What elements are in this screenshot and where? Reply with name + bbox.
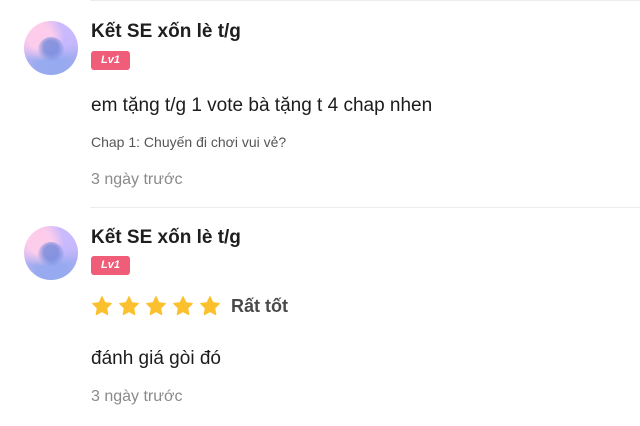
avatar-cloud-graphic [38, 37, 64, 63]
comment-item: Kết SE xốn lè t/g Lv1 Rất tốt đánh giá g… [0, 208, 640, 426]
level-badge: Lv1 [91, 51, 130, 70]
username[interactable]: Kết SE xốn lè t/g [91, 227, 241, 249]
star-rating: Rất tốt [91, 294, 288, 318]
avatar-cloud-graphic [38, 242, 64, 268]
star-icon [119, 296, 139, 316]
rating-stars [91, 295, 226, 317]
comment-text: em tặng t/g 1 vote bà tặng t 4 chap nhen [91, 95, 433, 116]
user-avatar[interactable] [24, 21, 78, 75]
review-text: đánh giá gòi đó [91, 348, 221, 369]
user-avatar[interactable] [24, 226, 78, 280]
star-icon [200, 296, 220, 316]
rating-label: Rất tốt [231, 295, 288, 316]
level-badge: Lv1 [91, 256, 130, 275]
chapter-link[interactable]: Chap 1: Chuyến đi chơi vui vẻ? [91, 134, 286, 150]
comment-timestamp: 3 ngày trước [91, 388, 183, 405]
username[interactable]: Kết SE xốn lè t/g [91, 21, 241, 43]
star-icon [146, 296, 166, 316]
star-icon [92, 296, 112, 316]
comment-timestamp: 3 ngày trước [91, 171, 183, 188]
comment-item: Kết SE xốn lè t/g Lv1 em tặng t/g 1 vote… [0, 0, 640, 207]
star-icon [173, 296, 193, 316]
